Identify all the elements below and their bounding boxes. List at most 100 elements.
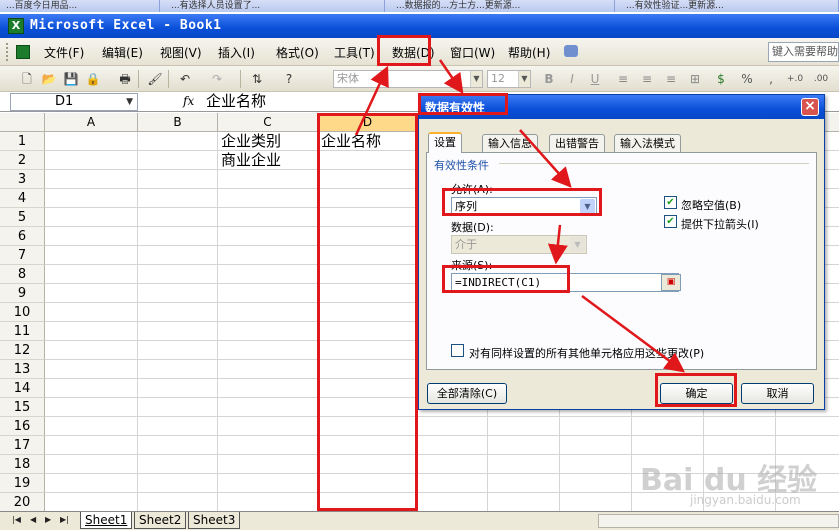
align-left-icon[interactable]: ≡ — [614, 70, 632, 88]
menu-window[interactable]: 窗口(W) — [450, 44, 495, 61]
prev-sheet-icon[interactable]: ◀ — [30, 515, 36, 524]
row-header[interactable]: 17 — [0, 436, 45, 455]
bold-button[interactable]: B — [540, 70, 558, 88]
merge-center-icon[interactable]: ⊞ — [686, 70, 704, 88]
sheet-tab-sheet3[interactable]: Sheet3 — [188, 512, 241, 529]
dialog-title-bar[interactable]: 数据有效性 × — [419, 95, 824, 119]
close-icon[interactable]: × — [801, 98, 819, 116]
fx-icon[interactable]: fx — [183, 94, 194, 108]
ok-button[interactable]: 确定 — [660, 383, 733, 404]
cell-d1[interactable]: 企业名称 — [321, 132, 381, 151]
undo-icon[interactable]: ↶ — [176, 70, 194, 88]
increase-decimal-icon[interactable]: +.0 — [786, 70, 804, 88]
save-icon[interactable]: 💾 — [62, 70, 80, 88]
align-center-icon[interactable]: ≡ — [638, 70, 656, 88]
cell-c1[interactable]: 企业类别 — [221, 132, 281, 151]
tab-error-alert[interactable]: 出错警告 — [549, 134, 605, 152]
permission-icon[interactable]: 🔒 — [84, 70, 102, 88]
formula-input[interactable]: 企业名称 — [206, 92, 418, 111]
row-header[interactable]: 3 — [0, 170, 45, 189]
chevron-down-icon[interactable]: ▼ — [126, 94, 133, 110]
percent-icon[interactable]: % — [738, 70, 756, 88]
row-header[interactable]: 8 — [0, 265, 45, 284]
row-header[interactable]: 9 — [0, 284, 45, 303]
help-icon[interactable]: ? — [280, 70, 298, 88]
font-size-combo[interactable]: 12 ▼ — [487, 70, 531, 88]
sheet-tab-sheet1[interactable]: Sheet1 — [80, 512, 133, 529]
underline-button[interactable]: U — [586, 70, 604, 88]
row-header[interactable]: 15 — [0, 398, 45, 417]
last-sheet-icon[interactable]: ▶| — [60, 515, 69, 524]
source-input[interactable]: =INDIRECT(C1) — [451, 273, 679, 292]
name-box[interactable]: D1 ▼ — [10, 93, 138, 111]
tab-settings[interactable]: 设置 — [428, 132, 462, 153]
new-icon[interactable]: 🗋 — [18, 70, 36, 88]
row-header[interactable]: 4 — [0, 189, 45, 208]
font-name-combo[interactable]: 宋体 ▼ — [333, 70, 483, 88]
menu-help[interactable]: 帮助(H) — [508, 44, 550, 61]
open-icon[interactable]: 📂 — [40, 70, 58, 88]
apply-all-checkbox[interactable] — [451, 344, 464, 357]
format-painter-icon[interactable]: 🖌 — [146, 70, 164, 88]
row-header[interactable]: 19 — [0, 474, 45, 493]
column-header-a[interactable]: A — [45, 113, 138, 132]
row-header[interactable]: 5 — [0, 208, 45, 227]
menu-data[interactable]: 数据(D) — [392, 44, 435, 61]
row-header[interactable]: 16 — [0, 417, 45, 436]
next-sheet-icon[interactable]: ▶ — [45, 515, 51, 524]
collapse-dialog-icon[interactable]: ▣ — [661, 274, 681, 291]
comma-icon[interactable]: , — [762, 70, 780, 88]
excel-doc-icon[interactable] — [16, 45, 30, 59]
chevron-down-icon[interactable]: ▼ — [470, 71, 482, 87]
row-header[interactable]: 11 — [0, 322, 45, 341]
taskbar-tab[interactable]: ...有效性验证...更新源... — [620, 0, 839, 12]
row-header[interactable]: 1 — [0, 132, 45, 151]
redo-icon[interactable]: ↷ — [208, 70, 226, 88]
menu-format[interactable]: 格式(O) — [276, 44, 319, 61]
chevron-down-icon[interactable]: ▼ — [580, 199, 595, 214]
first-sheet-icon[interactable]: |◀ — [12, 515, 21, 524]
menu-tools[interactable]: 工具(T) — [334, 44, 375, 61]
sort-ascending-icon[interactable]: ⇅ — [248, 70, 266, 88]
taskbar-tab[interactable]: ...有选择人员设置了... — [165, 0, 385, 12]
decrease-decimal-icon[interactable]: .00 — [812, 70, 830, 88]
menu-insert[interactable]: 插入(I) — [218, 44, 255, 61]
chevron-down-icon[interactable]: ▼ — [518, 71, 530, 87]
horizontal-scrollbar[interactable] — [598, 514, 839, 528]
column-header-b[interactable]: B — [138, 113, 218, 132]
currency-icon[interactable]: $ — [712, 70, 730, 88]
menu-edit[interactable]: 编辑(E) — [102, 44, 143, 61]
toolbar-grip[interactable] — [6, 43, 9, 61]
tab-ime-mode[interactable]: 输入法模式 — [614, 134, 681, 152]
clear-all-button[interactable]: 全部清除(C) — [427, 383, 507, 404]
print-icon[interactable]: 🖶 — [116, 70, 134, 88]
help-search-input[interactable]: 键入需要帮助 — [768, 42, 839, 62]
select-all-corner[interactable] — [0, 113, 45, 132]
row-header[interactable]: 12 — [0, 341, 45, 360]
column-header-d[interactable]: D — [318, 113, 418, 132]
settings-panel: 有效性条件 允许(A): 序列 ▼ ✔ 忽略空值(B) ✔ 提供下拉箭头(I) … — [426, 152, 817, 370]
row-header[interactable]: 6 — [0, 227, 45, 246]
row-header[interactable]: 10 — [0, 303, 45, 322]
row-header[interactable]: 13 — [0, 360, 45, 379]
allow-select[interactable]: 序列 ▼ — [451, 197, 597, 216]
tab-input-message[interactable]: 输入信息 — [482, 134, 538, 152]
research-icon[interactable] — [564, 45, 578, 57]
menu-file[interactable]: 文件(F) — [44, 44, 84, 61]
row-header[interactable]: 7 — [0, 246, 45, 265]
column-header-c[interactable]: C — [218, 113, 318, 132]
align-right-icon[interactable]: ≡ — [662, 70, 680, 88]
italic-button[interactable]: I — [563, 70, 581, 88]
menu-view[interactable]: 视图(V) — [160, 44, 202, 61]
row-header[interactable]: 18 — [0, 455, 45, 474]
row-header[interactable]: 20 — [0, 493, 45, 512]
in-cell-dropdown-checkbox[interactable]: ✔ — [664, 215, 677, 228]
sheet-tab-sheet2[interactable]: Sheet2 — [134, 512, 187, 529]
row-header[interactable]: 14 — [0, 379, 45, 398]
cell-c2[interactable]: 商业企业 — [221, 151, 281, 170]
taskbar-tab[interactable]: ...数据报的...方士方...更新源... — [390, 0, 615, 12]
taskbar-tab[interactable]: ...百度今日用品... — [0, 0, 160, 12]
cancel-button[interactable]: 取消 — [741, 383, 814, 404]
row-header[interactable]: 2 — [0, 151, 45, 170]
ignore-blank-checkbox[interactable]: ✔ — [664, 196, 677, 209]
